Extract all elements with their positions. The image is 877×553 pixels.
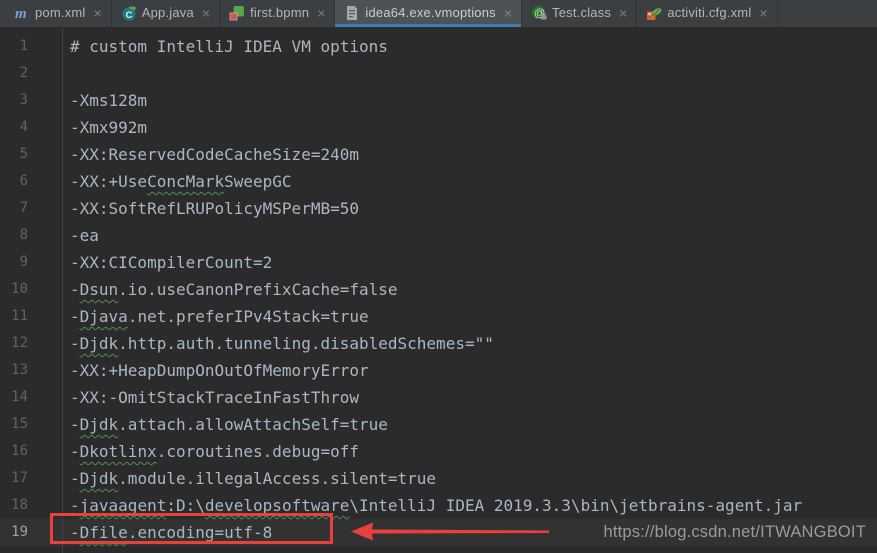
tab-label: first.bpmn: [250, 5, 310, 20]
code-text: -XX:SoftRefLRUPolicyMSPerMB=50: [70, 199, 359, 218]
tab-first.bpmn[interactable]: first.bpmn ×: [220, 0, 336, 27]
spellcheck-squiggle: Djdk: [79, 469, 119, 488]
code-line-8[interactable]: 8 -ea: [0, 222, 877, 249]
code-line-15[interactable]: 15 -Djdk.attach.allowAttachSelf=true: [0, 411, 877, 438]
line-number: 5: [19, 146, 28, 162]
code-line-2[interactable]: 2: [0, 60, 877, 87]
spellcheck-squiggle: Djava: [79, 307, 128, 326]
code-text: -XX:ReservedCodeCacheSize=240m: [70, 145, 359, 164]
spellcheck-squiggle: Dsun: [79, 280, 119, 299]
code-text: -Djdk.attach.allowAttachSelf=true: [70, 415, 388, 434]
svg-text:C: C: [125, 10, 132, 21]
spring-config-icon: [646, 5, 662, 21]
line-number: 4: [19, 119, 28, 135]
tab-App.java[interactable]: C App.java ×: [112, 0, 221, 27]
code-text: -ea: [70, 226, 99, 245]
close-icon[interactable]: ×: [94, 6, 102, 20]
spellcheck-squiggle: javaagent: [79, 496, 167, 515]
code-text: -XX:-OmitStackTraceInFastThrow: [70, 388, 359, 407]
ide-window: m pom.xml × C App.java × first.bpmn × idea64.exe…: [0, 0, 877, 553]
code-line-4[interactable]: 4 -Xmx992m: [0, 114, 877, 141]
spellcheck-squiggle: ConcMark: [147, 172, 225, 191]
code-text: -Djdk.http.auth.tunneling.disabledScheme…: [70, 334, 494, 353]
code-line-7[interactable]: 7 -XX:SoftRefLRUPolicyMSPerMB=50: [0, 195, 877, 222]
tab-label: pom.xml: [35, 5, 86, 20]
code-line-9[interactable]: 9 -XX:CICompilerCount=2: [0, 249, 877, 276]
code-text: -XX:+UseConcMarkSweepGC: [70, 172, 292, 191]
code-line-6[interactable]: 6 -XX:+UseConcMarkSweepGC: [0, 168, 877, 195]
code-text: -XX:+HeapDumpOnOutOfMemoryError: [70, 361, 369, 380]
tab-idea64.exe.vmoptions[interactable]: idea64.exe.vmoptions ×: [335, 0, 523, 27]
tab-label: App.java: [141, 5, 194, 20]
close-icon[interactable]: ×: [317, 6, 325, 20]
line-number: 14: [11, 389, 28, 405]
code-line-14[interactable]: 14 -XX:-OmitStackTraceInFastThrow: [0, 384, 877, 411]
tab-label: Test.class: [552, 5, 612, 20]
tab-Test.class[interactable]: @ Test.class ×: [522, 0, 638, 27]
line-number: 18: [11, 497, 28, 513]
tab-activiti.cfg.xml[interactable]: activiti.cfg.xml ×: [637, 0, 778, 27]
code-line-1[interactable]: 1 # custom IntelliJ IDEA VM options: [0, 33, 877, 60]
spellcheck-squiggle: Dkotlinx: [79, 442, 157, 461]
bpmn-icon: [229, 5, 245, 21]
tab-label: activiti.cfg.xml: [667, 5, 752, 20]
line-number: 17: [11, 470, 28, 486]
gutter-separator: [62, 27, 63, 553]
close-icon[interactable]: ×: [759, 6, 767, 20]
line-number: 10: [11, 281, 28, 297]
line-number: 13: [11, 362, 28, 378]
line-number: 1: [19, 38, 28, 54]
code-text: -Xmx992m: [70, 118, 148, 137]
code-text: -XX:CICompilerCount=2: [70, 253, 273, 272]
code-line-13[interactable]: 13 -XX:+HeapDumpOnOutOfMemoryError: [0, 357, 877, 384]
code-line-18[interactable]: 18 -javaagent:D:\developsoftware\IntelliJ…: [0, 492, 877, 519]
watermark-url: https://blog.csdn.net/ITWANGBOIT: [603, 523, 866, 541]
close-icon[interactable]: ×: [202, 6, 210, 20]
code-line-17[interactable]: 17 -Djdk.module.illegalAccess.silent=true: [0, 465, 877, 492]
code-text: # custom IntelliJ IDEA VM options: [70, 37, 388, 56]
code-line-16[interactable]: 16 -Dkotlinx.coroutines.debug=off: [0, 438, 877, 465]
line-number: 16: [11, 443, 28, 459]
line-number: 12: [11, 335, 28, 351]
close-icon[interactable]: ×: [504, 6, 512, 20]
line-number: 19: [11, 524, 28, 540]
spellcheck-squiggle: Djdk: [79, 415, 119, 434]
maven-icon: m: [14, 5, 30, 21]
code-text: -Djava.net.preferIPv4Stack=true: [70, 307, 369, 326]
line-number: 9: [19, 254, 28, 270]
line-number: 6: [19, 173, 28, 189]
code-line-10[interactable]: 10 -Dsun.io.useCanonPrefixCache=false: [0, 276, 877, 303]
spellcheck-squiggle: developsoftware: [204, 496, 350, 515]
java-class-icon: C: [121, 5, 137, 21]
code-text: -Dkotlinx.coroutines.debug=off: [70, 442, 359, 461]
line-number: 3: [19, 92, 28, 108]
tab-label: idea64.exe.vmoptions: [365, 5, 496, 20]
code-line-3[interactable]: 3 -Xms128m: [0, 87, 877, 114]
line-number: 15: [11, 416, 28, 432]
editor-tab-bar: m pom.xml × C App.java × first.bpmn × idea64.exe…: [0, 0, 877, 27]
code-line-5[interactable]: 5 -XX:ReservedCodeCacheSize=240m: [0, 141, 877, 168]
line-number: 2: [19, 65, 28, 81]
line-number: 11: [11, 308, 28, 324]
class-icon: @: [531, 5, 547, 21]
file-icon: [344, 5, 360, 21]
code-text: -javaagent:D:\developsoftware\IntelliJ I…: [70, 496, 803, 515]
code-line-11[interactable]: 11 -Djava.net.preferIPv4Stack=true: [0, 303, 877, 330]
tab-pom.xml[interactable]: m pom.xml ×: [5, 0, 112, 27]
line-number: 7: [19, 200, 28, 216]
code-lines: 1 # custom IntelliJ IDEA VM options 2 3 -Xms…: [0, 33, 877, 546]
spellcheck-squiggle: Dfile: [79, 523, 128, 542]
code-text: -Djdk.module.illegalAccess.silent=true: [70, 469, 437, 488]
code-text: -Dsun.io.useCanonPrefixCache=false: [70, 280, 398, 299]
spellcheck-squiggle: Djdk: [79, 334, 119, 353]
line-number: 8: [19, 227, 28, 243]
code-text: -Dfile.encoding=utf-8: [70, 523, 273, 542]
code-line-12[interactable]: 12 -Djdk.http.auth.tunneling.disabledSche…: [0, 330, 877, 357]
code-text: -Xms128m: [70, 91, 148, 110]
svg-text:m: m: [15, 6, 27, 21]
code-editor[interactable]: 1 # custom IntelliJ IDEA VM options 2 3 -Xms…: [0, 27, 877, 553]
close-icon[interactable]: ×: [619, 6, 627, 20]
